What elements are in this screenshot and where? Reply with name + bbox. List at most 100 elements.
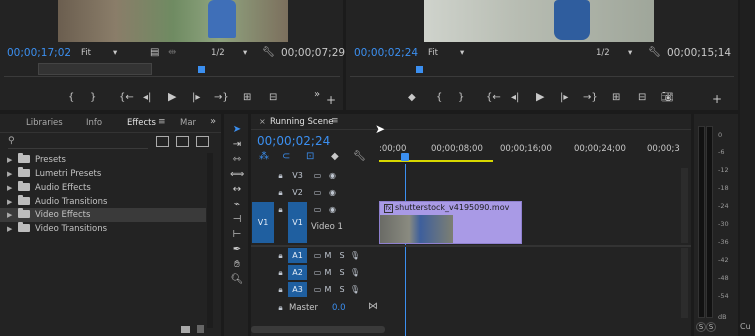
microphone-icon[interactable]: 🎙︎ — [348, 282, 362, 297]
source-timecode-in[interactable]: 00;00;17;02 — [7, 47, 71, 59]
mark-out-icon[interactable]: } — [458, 93, 464, 103]
snap-icon[interactable]: ⁂ — [259, 152, 269, 162]
video-clip[interactable]: fx shutterstock_v4195090.mov — [379, 201, 522, 244]
solo-button[interactable]: S — [335, 265, 349, 280]
search-field[interactable]: ⚲ — [8, 136, 148, 149]
32bit-effects-icon[interactable] — [176, 136, 189, 147]
scrollbar[interactable] — [207, 153, 213, 328]
mark-in-icon[interactable]: { — [436, 93, 442, 103]
add-button-icon[interactable]: + — [712, 93, 722, 105]
eye-icon[interactable]: ◉ — [323, 168, 342, 183]
lock-icon[interactable]: 🔒︎ — [271, 300, 290, 315]
disclosure-triangle-icon[interactable]: ▶ — [7, 208, 15, 222]
wrench-icon[interactable]: 🔧︎ — [262, 48, 275, 58]
go-to-out-icon[interactable]: →} — [583, 93, 598, 103]
overwrite-icon[interactable]: ⊟ — [269, 93, 277, 103]
timeline-horizontal-scrollbar[interactable] — [251, 326, 385, 333]
rate-stretch-tool-icon[interactable]: ↔ — [230, 184, 244, 196]
yuv-effects-icon[interactable] — [196, 136, 209, 147]
tab-info[interactable]: Info — [86, 118, 102, 128]
add-marker-icon[interactable]: ◆ — [331, 152, 339, 162]
tab-menu-icon[interactable]: ≡ — [158, 117, 166, 127]
step-forward-icon[interactable]: |▸ — [192, 93, 200, 103]
new-bin-icon[interactable] — [181, 326, 190, 333]
go-to-end-icon[interactable]: ⋈ — [368, 301, 378, 312]
source-zoom-bar[interactable] — [38, 63, 152, 75]
go-to-in-icon[interactable]: {← — [119, 93, 134, 103]
tree-item-video-transitions[interactable]: ▶ Video Transitions — [7, 222, 107, 236]
disclosure-triangle-icon[interactable]: ▶ — [7, 167, 15, 181]
program-playhead[interactable] — [416, 66, 423, 73]
microphone-icon[interactable]: 🎙︎ — [348, 248, 362, 263]
vertical-scrollbar[interactable] — [681, 248, 688, 318]
tree-item-video-effects[interactable]: ▶ Video Effects — [7, 208, 90, 222]
tree-item-presets[interactable]: ▶ Presets — [7, 153, 66, 167]
mute-button[interactable]: M — [321, 265, 335, 280]
camera-icon[interactable]: 📷︎ — [661, 93, 674, 103]
video-audio-divider[interactable] — [251, 245, 691, 247]
track-label-v3[interactable]: V3 — [288, 168, 307, 183]
rolling-edit-tool-icon[interactable]: ⟺ — [230, 169, 244, 181]
disclosure-triangle-icon[interactable]: ▶ — [7, 222, 15, 236]
trash-icon[interactable] — [197, 325, 204, 333]
track-label-a3[interactable]: A3 — [288, 282, 307, 297]
razor-tool-icon[interactable]: ⌁ — [230, 199, 244, 211]
work-area-bar[interactable] — [379, 160, 493, 162]
solo-button[interactable]: S — [696, 322, 706, 332]
program-timecode-in[interactable]: 00;00;02;24 — [354, 47, 418, 59]
tab-menu-icon[interactable]: ≡ — [331, 116, 339, 126]
pen-tool-icon[interactable]: ✒ — [230, 244, 244, 256]
track-label-v2[interactable]: V2 — [288, 185, 307, 200]
extract-icon[interactable]: ⊟ — [638, 93, 646, 103]
tab-libraries[interactable]: Libraries — [26, 118, 63, 128]
mark-in-icon[interactable]: { — [68, 93, 74, 103]
tree-item-audio-effects[interactable]: ▶ Audio Effects — [7, 181, 91, 195]
add-marker-icon[interactable]: ◆ — [408, 93, 416, 103]
mute-button[interactable]: M — [321, 248, 335, 263]
tab-markers[interactable]: Mar — [180, 118, 196, 128]
linked-selection-icon[interactable]: ⊂ — [282, 152, 290, 162]
disclosure-triangle-icon[interactable]: ▶ — [7, 181, 15, 195]
disclosure-triangle-icon[interactable]: ▶ — [7, 153, 15, 167]
timeline-timecode[interactable]: 00;00;02;24 — [257, 134, 330, 148]
slip-tool-icon[interactable]: ⊣ — [230, 214, 244, 226]
go-to-out-icon[interactable]: →} — [214, 93, 229, 103]
timeline-playhead-handle[interactable] — [401, 153, 409, 161]
selection-tool-icon[interactable]: ➤ — [230, 124, 244, 136]
hand-tool-icon[interactable]: ✋︎ — [230, 259, 244, 271]
step-back-icon[interactable]: ◂| — [511, 93, 519, 103]
track-select-tool-icon[interactable]: ⇥ — [230, 139, 244, 151]
step-forward-icon[interactable]: |▸ — [560, 93, 568, 103]
program-time-ruler[interactable] — [350, 60, 734, 77]
close-icon[interactable]: × — [259, 117, 266, 126]
eye-icon[interactable]: ◉ — [323, 202, 342, 217]
more-controls-icon[interactable]: » — [314, 90, 320, 100]
lift-icon[interactable]: ⊞ — [612, 93, 620, 103]
tab-effects[interactable]: Effects — [127, 118, 156, 128]
vertical-scrollbar[interactable] — [681, 168, 688, 243]
wrench-icon[interactable]: 🔧︎ — [648, 48, 661, 58]
track-label-v1[interactable]: V1 — [288, 202, 307, 243]
solo-button[interactable]: S — [335, 248, 349, 263]
accelerated-effects-icon[interactable] — [156, 136, 169, 147]
source-time-ruler[interactable] — [4, 60, 340, 77]
disclosure-triangle-icon[interactable]: ▶ — [7, 195, 15, 209]
solo-button[interactable]: S — [335, 282, 349, 297]
settings-list-icon[interactable]: ▤ — [150, 48, 159, 58]
timeline-ruler[interactable]: :00;00 00;00;08;00 00;00;16;00 00;00;24;… — [379, 140, 691, 164]
mute-button[interactable]: M — [321, 282, 335, 297]
play-icon[interactable]: ▶ — [168, 91, 176, 102]
more-tabs-icon[interactable]: » — [210, 116, 216, 127]
tree-item-audio-transitions[interactable]: ▶ Audio Transitions — [7, 195, 107, 209]
program-fit-dropdown[interactable]: Fit ▾ — [428, 48, 468, 58]
master-volume-value[interactable]: 0.0 — [332, 303, 346, 313]
source-resolution-dropdown[interactable]: 1/2 ▾ — [211, 48, 251, 58]
solo-button[interactable]: S — [706, 322, 716, 332]
zoom-tool-icon[interactable]: 🔍︎ — [230, 274, 244, 286]
tree-item-lumetri-presets[interactable]: ▶ Lumetri Presets — [7, 167, 101, 181]
add-button-icon[interactable]: + — [326, 94, 336, 106]
program-resolution-dropdown[interactable]: 1/2 ▾ — [596, 48, 636, 58]
track-label-a1[interactable]: A1 — [288, 248, 307, 263]
timeline-settings-icon[interactable]: 🔧︎ — [353, 152, 366, 162]
sequence-tab[interactable]: Running Scene — [270, 117, 333, 127]
